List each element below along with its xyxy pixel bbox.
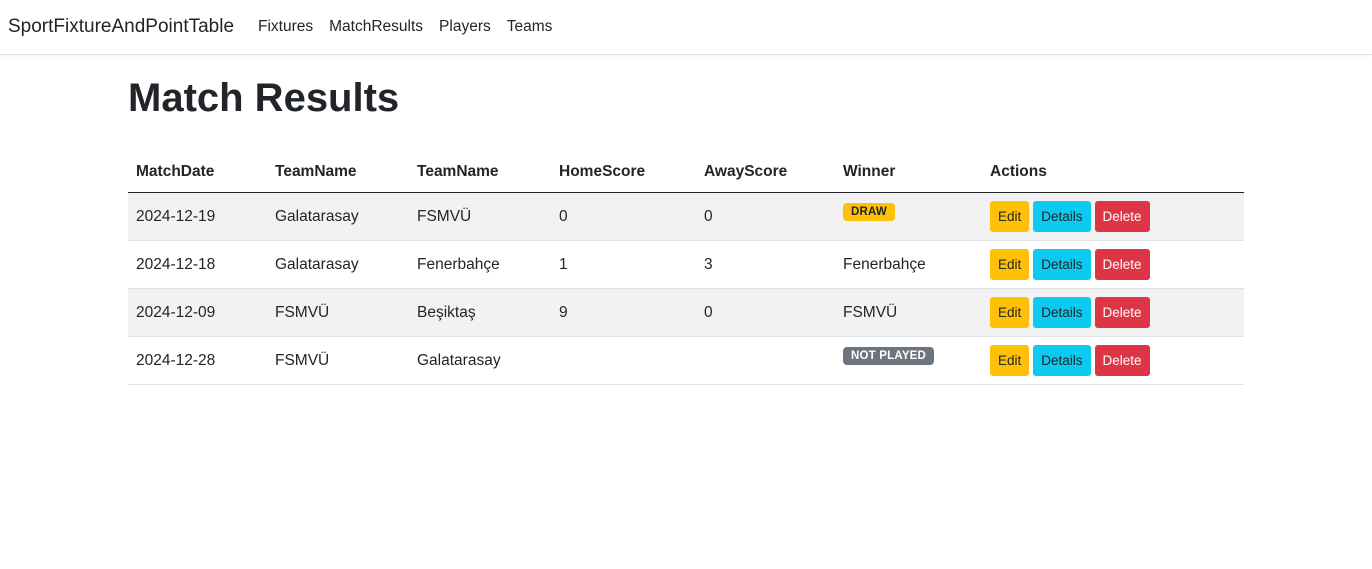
- delete-button[interactable]: Delete: [1094, 345, 1150, 376]
- cell-home-team: Galatarasay: [267, 192, 409, 241]
- cell-winner: DRAW: [835, 192, 982, 241]
- page-title: Match Results: [128, 76, 400, 120]
- nav-link-matchresults[interactable]: MatchResults: [329, 18, 423, 36]
- cell-actions: Edit Details Delete: [982, 240, 1244, 289]
- cell-away-score: 0: [696, 288, 835, 337]
- cell-home-score: 1: [551, 240, 696, 289]
- column-header-awayscore: AwayScore: [696, 152, 835, 193]
- cell-actions: Edit Details Delete: [982, 336, 1244, 385]
- row-actions: Edit Details Delete: [990, 297, 1236, 328]
- cell-home-team: Galatarasay: [267, 240, 409, 289]
- column-header-actions: Actions: [982, 152, 1244, 193]
- delete-button[interactable]: Delete: [1094, 201, 1150, 232]
- cell-match-date: 2024-12-19: [128, 192, 267, 241]
- cell-match-date: 2024-12-18: [128, 240, 267, 289]
- draw-badge: DRAW: [843, 203, 895, 221]
- delete-button[interactable]: Delete: [1094, 249, 1150, 280]
- cell-away-score: 3: [696, 240, 835, 289]
- nav-link-teams[interactable]: Teams: [507, 18, 553, 36]
- cell-home-team: FSMVÜ: [267, 336, 409, 385]
- cell-home-team: FSMVÜ: [267, 288, 409, 337]
- delete-button[interactable]: Delete: [1094, 297, 1150, 328]
- cell-match-date: 2024-12-09: [128, 288, 267, 337]
- cell-actions: Edit Details Delete: [982, 288, 1244, 337]
- cell-away-score: [696, 336, 835, 385]
- cell-home-score: 9: [551, 288, 696, 337]
- cell-home-score: [551, 336, 696, 385]
- column-header-away-teamname: TeamName: [409, 152, 551, 193]
- edit-button[interactable]: Edit: [990, 345, 1030, 376]
- cell-home-score: 0: [551, 192, 696, 241]
- row-actions: Edit Details Delete: [990, 345, 1236, 376]
- cell-away-team: Fenerbahçe: [409, 240, 551, 289]
- nav-link-players[interactable]: Players: [439, 18, 491, 36]
- not-played-badge: NOT PLAYED: [843, 347, 935, 365]
- table-row: 2024-12-19 Galatarasay FSMVÜ 0 0 DRAW Ed…: [128, 192, 1244, 241]
- cell-away-team: Beşiktaş: [409, 288, 551, 337]
- column-header-home-teamname: TeamName: [267, 152, 409, 193]
- row-actions: Edit Details Delete: [990, 201, 1236, 232]
- edit-button[interactable]: Edit: [990, 201, 1030, 232]
- cell-away-score: 0: [696, 192, 835, 241]
- cell-actions: Edit Details Delete: [982, 192, 1244, 241]
- nav-link-fixtures[interactable]: Fixtures: [258, 18, 313, 36]
- nav-links: Fixtures MatchResults Players Teams: [258, 18, 552, 36]
- cell-winner: Fenerbahçe: [835, 240, 982, 289]
- cell-winner: NOT PLAYED: [835, 336, 982, 385]
- cell-away-team: FSMVÜ: [409, 192, 551, 241]
- table-row: 2024-12-18 Galatarasay Fenerbahçe 1 3 Fe…: [128, 240, 1244, 289]
- cell-match-date: 2024-12-28: [128, 336, 267, 385]
- column-header-winner: Winner: [835, 152, 982, 193]
- edit-button[interactable]: Edit: [990, 297, 1030, 328]
- details-button[interactable]: Details: [1033, 201, 1091, 232]
- cell-winner: FSMVÜ: [835, 288, 982, 337]
- details-button[interactable]: Details: [1033, 345, 1091, 376]
- edit-button[interactable]: Edit: [990, 249, 1030, 280]
- table-row: 2024-12-09 FSMVÜ Beşiktaş 9 0 FSMVÜ Edit…: [128, 288, 1244, 337]
- row-actions: Edit Details Delete: [990, 249, 1236, 280]
- cell-away-team: Galatarasay: [409, 336, 551, 385]
- brand-link[interactable]: SportFixtureAndPointTable: [8, 16, 234, 38]
- table-header: MatchDate TeamName TeamName HomeScore Aw…: [128, 152, 1244, 193]
- column-header-matchdate: MatchDate: [128, 152, 267, 193]
- top-navbar: SportFixtureAndPointTable Fixtures Match…: [0, 0, 1372, 55]
- table-row: 2024-12-28 FSMVÜ Galatarasay NOT PLAYED …: [128, 336, 1244, 385]
- column-header-homescore: HomeScore: [551, 152, 696, 193]
- main-content: Match Results MatchDate TeamName TeamNam…: [128, 70, 1244, 385]
- details-button[interactable]: Details: [1033, 297, 1091, 328]
- details-button[interactable]: Details: [1033, 249, 1091, 280]
- table-body: 2024-12-19 Galatarasay FSMVÜ 0 0 DRAW Ed…: [128, 192, 1244, 385]
- match-results-table: MatchDate TeamName TeamName HomeScore Aw…: [128, 152, 1244, 385]
